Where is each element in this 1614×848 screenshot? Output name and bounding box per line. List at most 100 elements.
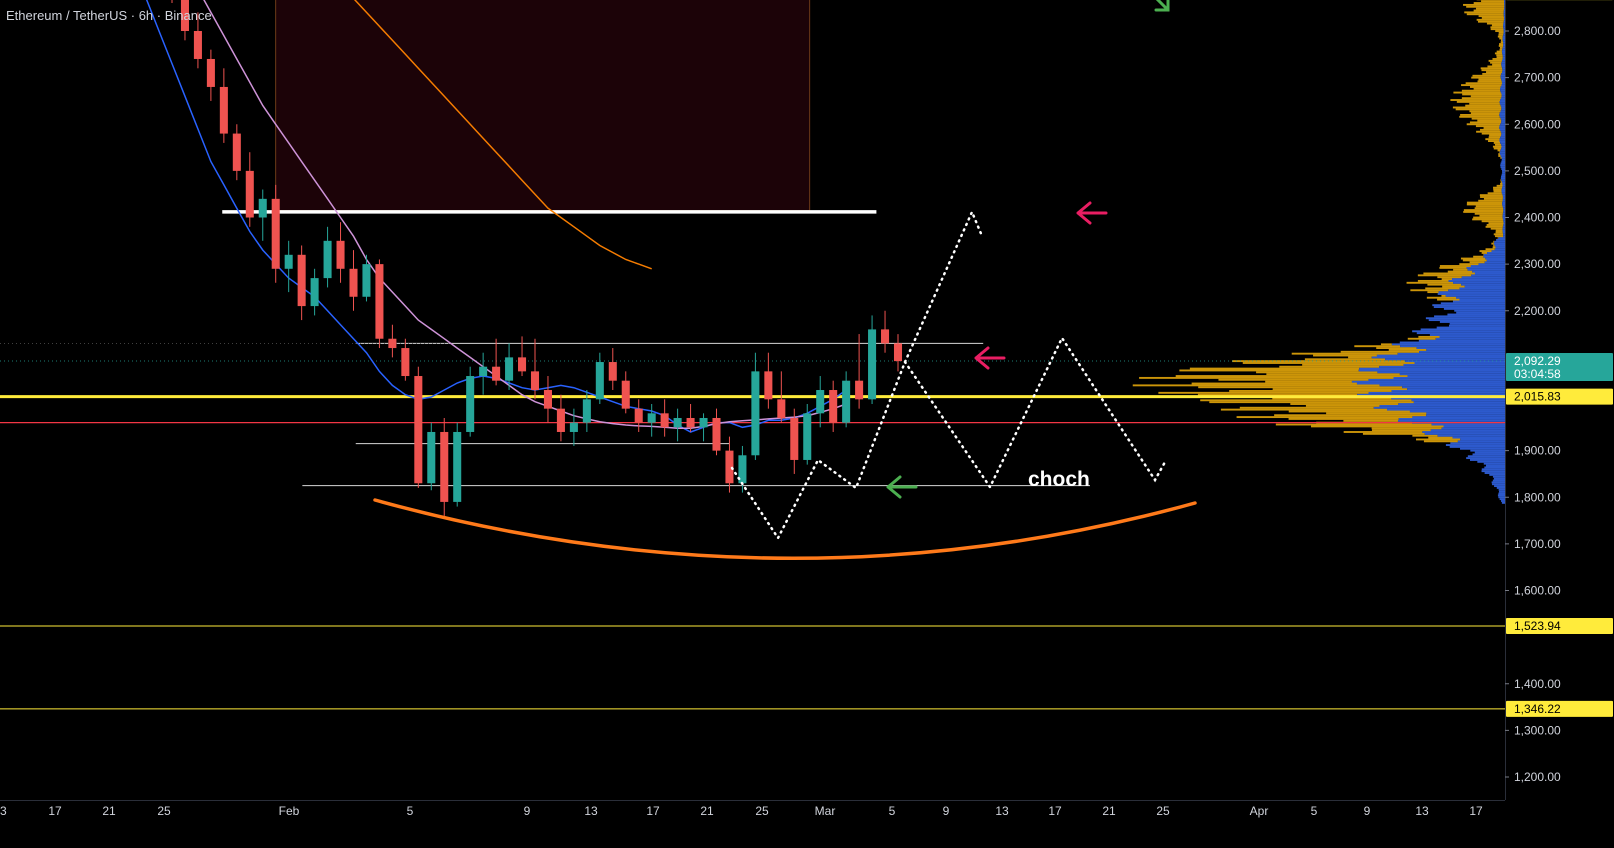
- volume-bar-blue: [1502, 205, 1505, 208]
- volume-bar-yellow: [1499, 48, 1503, 51]
- volume-bar-blue: [1499, 102, 1505, 105]
- volume-bar-yellow: [1466, 123, 1501, 126]
- volume-bar-yellow: [1491, 242, 1494, 245]
- price-tick-label: 2,300.00: [1514, 257, 1561, 271]
- volume-bar-blue: [1474, 451, 1505, 454]
- time-tick-label: 13: [1415, 804, 1429, 818]
- volume-bar-blue: [1445, 444, 1505, 446]
- volume-bar-blue: [1412, 330, 1505, 333]
- volume-bar-blue: [1371, 356, 1505, 359]
- symbol-title[interactable]: Ethereum / TetherUS · 6h · Binance: [6, 8, 212, 23]
- volume-bar-blue: [1502, 216, 1505, 219]
- volume-bar-yellow: [1474, 212, 1503, 215]
- volume-bar-blue: [1501, 63, 1505, 66]
- volume-bar-blue: [1504, 2, 1505, 4]
- volume-bar-blue: [1483, 462, 1505, 465]
- volume-bar-blue: [1356, 382, 1505, 385]
- volume-bar-blue: [1418, 339, 1505, 342]
- volume-bar-blue: [1498, 490, 1505, 493]
- volume-bar-blue: [1499, 138, 1505, 141]
- volume-bar-blue: [1441, 427, 1505, 430]
- volume-bar-blue: [1437, 434, 1505, 437]
- volume-bar-blue: [1461, 276, 1505, 279]
- volume-bar-blue: [1452, 436, 1505, 439]
- volume-bar-yellow: [1158, 391, 1369, 394]
- volume-bar-yellow: [1489, 134, 1502, 137]
- volume-bar-blue: [1397, 419, 1505, 422]
- volume-bar-blue: [1470, 265, 1505, 267]
- volume-bar-blue: [1503, 15, 1505, 18]
- price-axis[interactable]: 2,800.00 2,700.00 2,600.00 2,500.00 2,400.00…: [1505, 0, 1614, 848]
- volume-bar-blue: [1504, 7, 1505, 10]
- volume-bar-yellow: [1500, 182, 1503, 185]
- volume-bar-blue: [1503, 11, 1505, 14]
- volume-bar-blue: [1416, 332, 1505, 335]
- volume-bar-yellow: [1487, 192, 1502, 195]
- volume-bar-blue: [1499, 115, 1505, 118]
- volume-bar-blue: [1447, 313, 1505, 316]
- volume-bar-yellow: [1218, 378, 1369, 381]
- price-chart[interactable]: choch 2,800.002,700.002,600.002,500.002,…: [0, 0, 1614, 848]
- candle-body: [479, 366, 488, 377]
- volume-bar-blue: [1501, 192, 1505, 195]
- candle-body: [868, 329, 877, 400]
- volume-bar-blue: [1433, 306, 1505, 308]
- volume-bar-yellow: [1483, 197, 1503, 200]
- volume-bar-yellow: [1495, 235, 1504, 238]
- volume-bar-yellow: [1463, 210, 1504, 213]
- volume-bar-yellow: [1488, 59, 1502, 62]
- volume-bar-yellow: [1477, 80, 1502, 83]
- price-tick-label: 2,700.00: [1514, 71, 1561, 85]
- volume-bar-yellow: [1481, 17, 1504, 19]
- volume-bar-blue: [1420, 328, 1505, 331]
- volume-bar-blue: [1426, 348, 1505, 351]
- volume-bar-blue: [1501, 156, 1505, 159]
- volume-bar-blue: [1419, 350, 1505, 353]
- volume-bar-yellow: [1236, 416, 1413, 419]
- volume-bar-yellow: [1498, 44, 1504, 47]
- volume-bar-blue: [1499, 140, 1505, 143]
- volume-bar-blue: [1502, 225, 1505, 228]
- volume-bar-yellow: [1498, 33, 1504, 36]
- volume-bar-blue: [1501, 134, 1505, 137]
- volume-bar-blue: [1501, 108, 1505, 111]
- volume-bar-blue: [1407, 375, 1505, 377]
- time-tick-label: 3: [0, 804, 7, 818]
- volume-bar-yellow: [1481, 69, 1503, 72]
- volume-bar-blue: [1501, 121, 1505, 124]
- volume-bar-blue: [1499, 100, 1505, 103]
- volume-bar-blue: [1503, 210, 1505, 213]
- volume-bar-yellow: [1497, 35, 1503, 38]
- volume-bar-yellow: [1417, 279, 1449, 282]
- volume-bar-blue: [1502, 39, 1505, 42]
- volume-bar-yellow: [1490, 61, 1502, 64]
- time-axis[interactable]: 3 17 21 25 Feb 5 9 13 17 21 25 Mar 5 9 13 17 21 25 Apr 5 9 13…: [0, 800, 1614, 848]
- volume-bar-blue: [1478, 263, 1505, 266]
- volume-bar-blue: [1489, 473, 1505, 476]
- volume-bar-blue: [1500, 130, 1505, 133]
- volume-bar-yellow: [1478, 15, 1504, 18]
- volume-bar-blue: [1499, 153, 1505, 156]
- volume-bar-yellow: [1498, 153, 1500, 156]
- volume-bar-blue: [1500, 117, 1505, 120]
- volume-bar-blue: [1486, 259, 1505, 262]
- volume-bar-blue: [1499, 127, 1505, 129]
- candle-body: [349, 268, 358, 297]
- volume-bar-yellow: [1486, 224, 1504, 226]
- volume-bar-yellow: [1179, 369, 1359, 372]
- volume-bar-yellow: [1493, 141, 1501, 144]
- volume-bar-blue: [1500, 177, 1505, 180]
- volume-bar-yellow: [1191, 382, 1357, 385]
- time-tick-label: 17: [1469, 804, 1483, 818]
- volume-bar-yellow: [1473, 216, 1503, 219]
- volume-bar-blue: [1502, 69, 1505, 72]
- candle-body: [660, 413, 669, 428]
- volume-bar-yellow: [1290, 403, 1399, 405]
- volume-bar-blue: [1426, 412, 1505, 415]
- candle-body: [362, 264, 371, 297]
- time-tick-label: 5: [407, 804, 414, 818]
- candle-body: [271, 198, 280, 269]
- volume-bar-yellow: [1354, 345, 1401, 348]
- time-tick-label: Mar: [815, 804, 836, 818]
- volume-bar-blue: [1501, 179, 1505, 182]
